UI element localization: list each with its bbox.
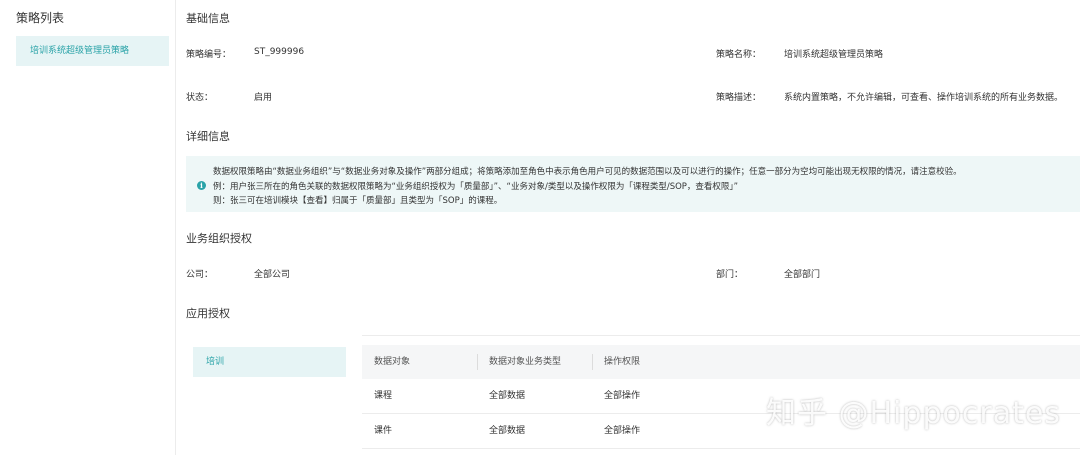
org-auth-title: 业务组织授权	[186, 232, 252, 245]
table-header-cell: 数据对象	[374, 357, 411, 367]
policy-no-label: 策略编号：	[186, 50, 232, 60]
basic-info-title: 基础信息	[186, 12, 230, 25]
watermark: 知乎 @Hippocrates	[766, 396, 1061, 431]
info-line-2: 例：用户张三所在的角色关联的数据权限策略为“业务组织授权为「质量部」”、“业务对…	[213, 182, 739, 192]
table-header-row: 数据对象 数据对象业务类型 操作权限	[362, 345, 1080, 379]
table-cell: 课程	[374, 391, 393, 401]
company-value: 全部公司	[254, 270, 291, 280]
info-icon: i	[197, 181, 206, 190]
table-cell: 全部数据	[489, 391, 526, 401]
status-label: 状态：	[186, 93, 214, 103]
table-cell: 全部操作	[604, 391, 641, 401]
app-item-training[interactable]: 培训	[193, 347, 346, 377]
status-value: 启用	[254, 93, 273, 103]
app-auth-title: 应用授权	[186, 307, 230, 320]
policy-name-value: 培训系统超级管理员策略	[784, 50, 884, 60]
table-header-cell: 数据对象业务类型	[489, 357, 562, 367]
info-notice-box: i 数据权限策略由“数据业务组织”与“数据业务对象及操作”两部分组成；将策略添加…	[186, 156, 1080, 212]
policy-desc-value: 系统内置策略，不允许编辑，可查看、操作培训系统的所有业务数据。	[784, 93, 1064, 103]
company-label: 公司：	[186, 270, 214, 280]
policy-list-item-training-admin[interactable]: 培训系统超级管理员策略	[16, 36, 169, 66]
policy-no-value: ST_999996	[254, 47, 305, 57]
info-line-3: 则：张三可在培训模块【查看】归属于「质量部」且类型为「SOP」的课程。	[213, 196, 503, 206]
table-header-cell: 操作权限	[604, 357, 641, 367]
detail-info-title: 详细信息	[186, 130, 230, 143]
table-cell: 课件	[374, 426, 393, 436]
policy-desc-label: 策略描述：	[716, 93, 762, 103]
table-cell: 全部操作	[604, 426, 641, 436]
dept-label: 部门：	[716, 270, 744, 280]
policy-list-panel: 策略列表 培训系统超级管理员策略	[0, 0, 176, 455]
app-auth-divider	[362, 335, 1080, 336]
policy-name-label: 策略名称：	[716, 50, 762, 60]
table-cell: 全部数据	[489, 426, 526, 436]
info-line-1: 数据权限策略由“数据业务组织”与“数据业务对象及操作”两部分组成；将策略添加至角…	[213, 167, 962, 177]
dept-value: 全部部门	[784, 270, 821, 280]
policy-list-title: 策略列表	[16, 11, 65, 25]
